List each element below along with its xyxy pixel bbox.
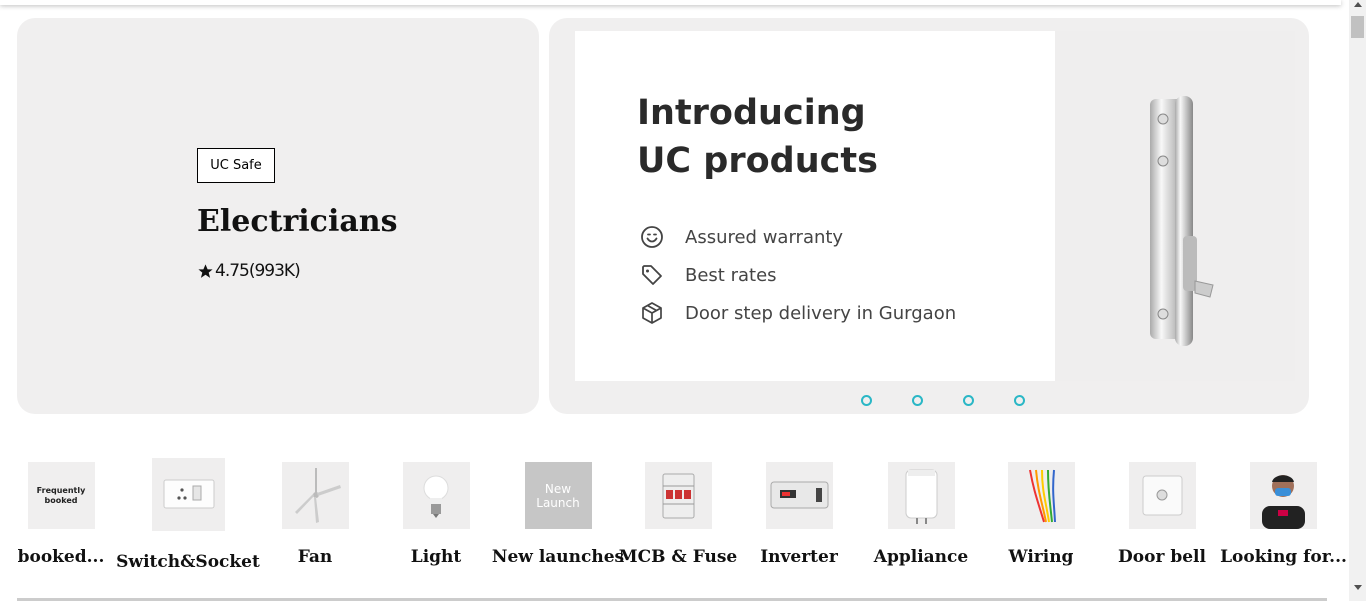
category-item[interactable]: Wiring <box>996 450 1086 567</box>
promo-carousel[interactable]: Introducing UC products Assured warranty… <box>549 18 1309 414</box>
category-item[interactable]: Appliance <box>866 450 976 567</box>
doorbell-icon <box>1128 462 1196 529</box>
banner-heading-line1: Introducing <box>637 93 866 133</box>
uc-safe-badge: UC Safe <box>197 148 275 183</box>
new-launch-icon: New Launch <box>524 462 592 529</box>
category-label: New launches <box>491 547 625 567</box>
category-item[interactable]: MCB & Fuse <box>618 450 738 567</box>
box-icon <box>639 300 665 326</box>
promo-banner[interactable]: Introducing UC products Assured warranty… <box>575 31 1295 381</box>
scroll-up-icon[interactable] <box>1354 2 1362 7</box>
carousel-dots <box>861 395 1025 406</box>
category-label: Fan <box>297 547 333 567</box>
category-label: Wiring <box>1008 547 1074 567</box>
carousel-dot[interactable] <box>912 395 923 406</box>
smiley-icon <box>639 224 665 250</box>
star-icon <box>198 263 213 278</box>
category-item[interactable]: Door bell <box>1117 450 1207 567</box>
thumb-text: New Launch <box>536 481 580 510</box>
fan-icon <box>281 462 349 529</box>
category-label: Door bell <box>1118 547 1206 567</box>
tower-bolt-icon <box>1150 96 1214 346</box>
banner-heading-line2: UC products <box>637 141 878 181</box>
service-card: UC Safe Electricians 4.75(993K) <box>17 18 539 414</box>
scroll-thumb[interactable] <box>1351 16 1364 38</box>
service-title: Electricians <box>197 204 398 239</box>
product-image <box>1055 31 1295 381</box>
switch-socket-icon <box>151 458 225 531</box>
category-label: booked... <box>17 547 105 567</box>
category-item[interactable]: New Launch New launches <box>492 450 624 567</box>
carousel-dot[interactable] <box>1014 395 1025 406</box>
mcb-icon <box>644 462 712 529</box>
carousel-dot[interactable] <box>861 395 872 406</box>
category-label: Looking for... <box>1220 547 1347 567</box>
category-item[interactable]: Switch&Socket <box>116 450 260 572</box>
technician-icon <box>1250 462 1317 529</box>
frequently-booked-icon: Frequently booked <box>27 462 95 529</box>
bulb-icon <box>402 462 470 529</box>
category-row: Frequently booked booked... Switch&Socke… <box>0 450 1347 590</box>
category-item[interactable]: Light <box>391 450 481 567</box>
feature-item: Best rates <box>639 262 777 288</box>
carousel-dot[interactable] <box>963 395 974 406</box>
category-label: Inverter <box>760 547 838 567</box>
header-bar <box>0 0 1341 5</box>
feature-text: Door step delivery in Gurgaon <box>685 302 957 324</box>
category-label: Light <box>410 547 462 567</box>
category-item[interactable]: Fan <box>270 450 360 567</box>
wires-icon <box>1007 462 1075 529</box>
category-label: Switch&Socket <box>116 552 260 572</box>
feature-item: Assured warranty <box>639 224 843 250</box>
rating-value: 4.75(993K) <box>215 261 301 281</box>
tag-icon <box>639 262 665 288</box>
banner-heading: Introducing UC products <box>637 89 878 185</box>
feature-item: Door step delivery in Gurgaon <box>639 300 956 326</box>
category-label: MCB & Fuse <box>618 547 738 567</box>
geyser-icon <box>887 462 955 529</box>
feature-text: Assured warranty <box>685 226 844 248</box>
category-item[interactable]: Inverter <box>754 450 844 567</box>
rating: 4.75(993K) <box>197 261 301 281</box>
feature-text: Best rates <box>685 264 777 286</box>
scrollbar[interactable] <box>1349 0 1366 601</box>
thumb-text: Frequently booked <box>36 485 86 505</box>
category-label: Appliance <box>873 547 969 567</box>
category-item[interactable]: Looking for... <box>1220 450 1347 567</box>
category-item[interactable]: Frequently booked booked... <box>17 450 105 567</box>
inverter-icon <box>765 462 833 529</box>
scroll-down-icon[interactable] <box>1354 585 1362 590</box>
